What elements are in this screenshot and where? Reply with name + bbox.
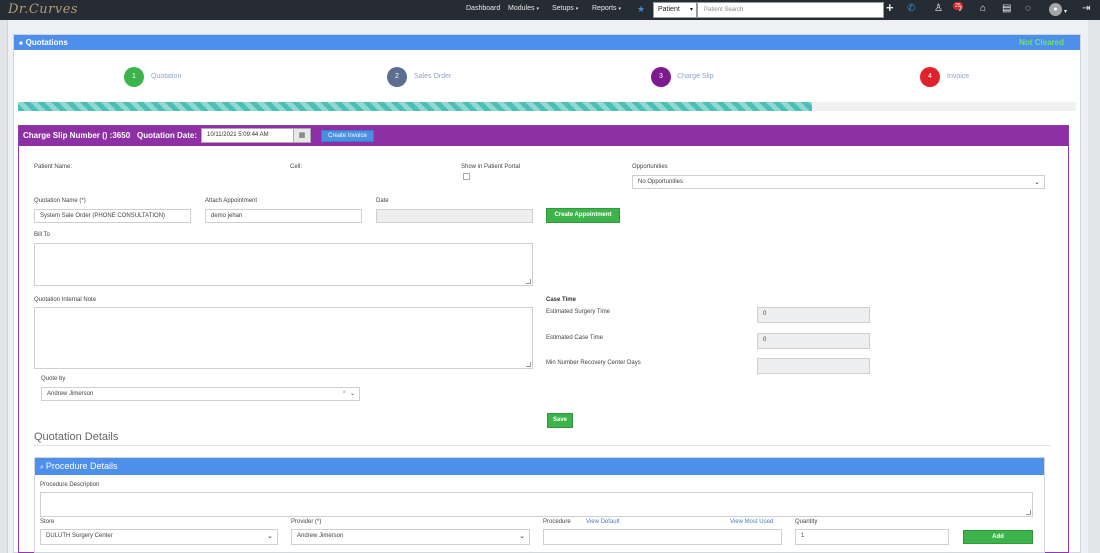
- create-invoice-button[interactable]: Create Invoice: [321, 130, 374, 142]
- calendar-icon[interactable]: ▦: [293, 128, 311, 143]
- step-3-circle[interactable]: 3: [651, 67, 671, 87]
- chevron-down-icon: ⌄: [1034, 179, 1040, 186]
- nav-reports[interactable]: Reports ▾: [592, 5, 621, 12]
- est-surgery-time-label: Estimated Surgery Time: [546, 309, 611, 315]
- chevron-down-icon: ▾: [536, 6, 539, 12]
- quotation-details-title: Quotation Details: [34, 431, 119, 443]
- quotations-title: Quotations: [25, 38, 68, 47]
- quantity-input[interactable]: 1: [795, 529, 949, 545]
- user-alert-icon[interactable]: ♙: [934, 3, 943, 15]
- brand-logo[interactable]: Dr.Curves: [8, 2, 78, 17]
- provider-select[interactable]: Andrew Jimerson ⌄: [291, 529, 530, 545]
- chevron-down-icon: ⌄: [267, 533, 273, 540]
- add-button[interactable]: Add: [963, 530, 1033, 544]
- nav-modules[interactable]: Modules ▾: [508, 5, 539, 12]
- plus-icon[interactable]: +: [886, 1, 894, 14]
- chevron-down-icon: ⌄: [349, 391, 355, 397]
- view-most-used-link[interactable]: View Most Used: [730, 519, 773, 525]
- chevron-down-icon: ▾: [689, 7, 693, 13]
- phone-icon[interactable]: ✆: [907, 3, 915, 15]
- quotation-name-label: Quotation Name (*): [34, 198, 86, 204]
- min-recovery-days-label: Min Number Recovery Center Days: [546, 360, 641, 366]
- step-3-label[interactable]: Charge Slip: [677, 73, 714, 80]
- chevron-down-icon: ⌄: [519, 533, 525, 540]
- opportunities-label: Opportunities: [632, 164, 668, 170]
- create-appointment-button[interactable]: Create Appointment: [546, 208, 620, 223]
- chevron-down-icon: ▾: [575, 6, 579, 12]
- top-navbar: Dr.Curves Dashboard Modules ▾ Setups ▾ Rep…: [0, 0, 1100, 20]
- search-type-select[interactable]: Patient ▾: [653, 2, 697, 18]
- cell-label: Cell:: [290, 164, 303, 170]
- save-button[interactable]: Save: [547, 413, 573, 428]
- patient-name-label: Patient Name:: [34, 164, 73, 170]
- search-icon: ⌕: [40, 464, 44, 471]
- patient-search-input[interactable]: Patient Search: [697, 2, 884, 18]
- case-time-label: Case Time: [546, 297, 576, 303]
- divider: [34, 445, 1050, 446]
- status-badge: Not Cleared: [1019, 38, 1064, 47]
- step-4-circle[interactable]: 4: [920, 67, 940, 87]
- progress-bar: [18, 102, 1076, 111]
- procedure-input[interactable]: [543, 529, 782, 545]
- user-avatar-icon[interactable]: ●: [1049, 3, 1062, 16]
- show-portal-checkbox[interactable]: [463, 173, 470, 180]
- procedure-details-title: Procedure Details: [45, 461, 118, 471]
- logout-icon[interactable]: ⇥: [1082, 3, 1090, 15]
- bell-icon[interactable]: ♪: [958, 3, 963, 15]
- message-icon[interactable]: ▤: [1002, 3, 1011, 15]
- store-select[interactable]: DULUTH Surgery Center ⌄: [40, 529, 278, 545]
- quotations-header: ■ Quotations Not Cleared: [14, 35, 1080, 50]
- step-1-label[interactable]: Quotation: [151, 73, 181, 80]
- quotation-date-label: Quotation Date:: [137, 131, 197, 140]
- internal-note-textarea[interactable]: [34, 307, 533, 369]
- step-4-label[interactable]: Invoice: [947, 73, 969, 80]
- clear-icon[interactable]: ×: [342, 390, 346, 396]
- quotation-name-input[interactable]: System Sale Order (PHONE CONSULTATION): [34, 209, 191, 223]
- attach-appointment-input[interactable]: demo jehan: [205, 209, 362, 223]
- est-case-time-label: Estimated Case Time: [546, 335, 604, 341]
- show-portal-label: Show in Patient Portal: [461, 164, 521, 170]
- internal-note-label: Quotation Internal Note: [34, 297, 97, 303]
- lock-icon: ■: [19, 41, 23, 47]
- home-icon[interactable]: ⌂: [980, 3, 986, 15]
- chevron-down-icon: ▾: [618, 6, 622, 12]
- charge-slip-header: Charge Slip Number () :3650 Quotation Da…: [19, 126, 1068, 146]
- procedure-description-textarea[interactable]: [40, 492, 1033, 517]
- nav-dashboard[interactable]: Dashboard: [466, 5, 500, 12]
- date-label: Date: [376, 198, 389, 204]
- procedure-label: Procedure: [543, 519, 571, 525]
- step-2-label[interactable]: Sales Order: [414, 73, 451, 80]
- bill-to-textarea[interactable]: [34, 243, 533, 286]
- quote-by-label: Quote by: [41, 376, 66, 382]
- min-recovery-days-input: [757, 358, 870, 374]
- attach-appointment-label: Attach Appointment: [205, 198, 258, 204]
- chat-icon[interactable]: ◌: [1025, 3, 1031, 15]
- est-case-time-input: 0: [757, 333, 870, 349]
- store-label: Store: [40, 519, 55, 525]
- scrollbar[interactable]: [1088, 20, 1100, 553]
- view-default-link[interactable]: View Default: [586, 519, 620, 525]
- left-gutter: [0, 20, 8, 553]
- bill-to-label: Bill To: [34, 232, 50, 238]
- procedure-details-header: ⌕ Procedure Details: [35, 458, 1044, 475]
- quote-by-select[interactable]: Andrew Jimerson × ⌄: [41, 387, 360, 401]
- quantity-label: Quantity: [795, 519, 818, 525]
- opportunities-select[interactable]: No Opportunities ⌄: [632, 175, 1045, 189]
- progress-fill: [18, 102, 812, 111]
- procedure-description-label: Procedure Description: [40, 482, 100, 488]
- step-1-circle[interactable]: 1: [124, 67, 144, 87]
- chevron-down-icon[interactable]: ▾: [1064, 6, 1067, 18]
- provider-label: Provider (*): [291, 519, 322, 525]
- star-icon[interactable]: ★: [637, 4, 645, 15]
- nav-setups[interactable]: Setups ▾: [552, 5, 578, 12]
- step-2-circle[interactable]: 2: [387, 67, 407, 87]
- charge-slip-title: Charge Slip Number () :3650: [23, 131, 131, 140]
- date-input: [376, 209, 533, 223]
- est-surgery-time-input: 0: [757, 307, 870, 323]
